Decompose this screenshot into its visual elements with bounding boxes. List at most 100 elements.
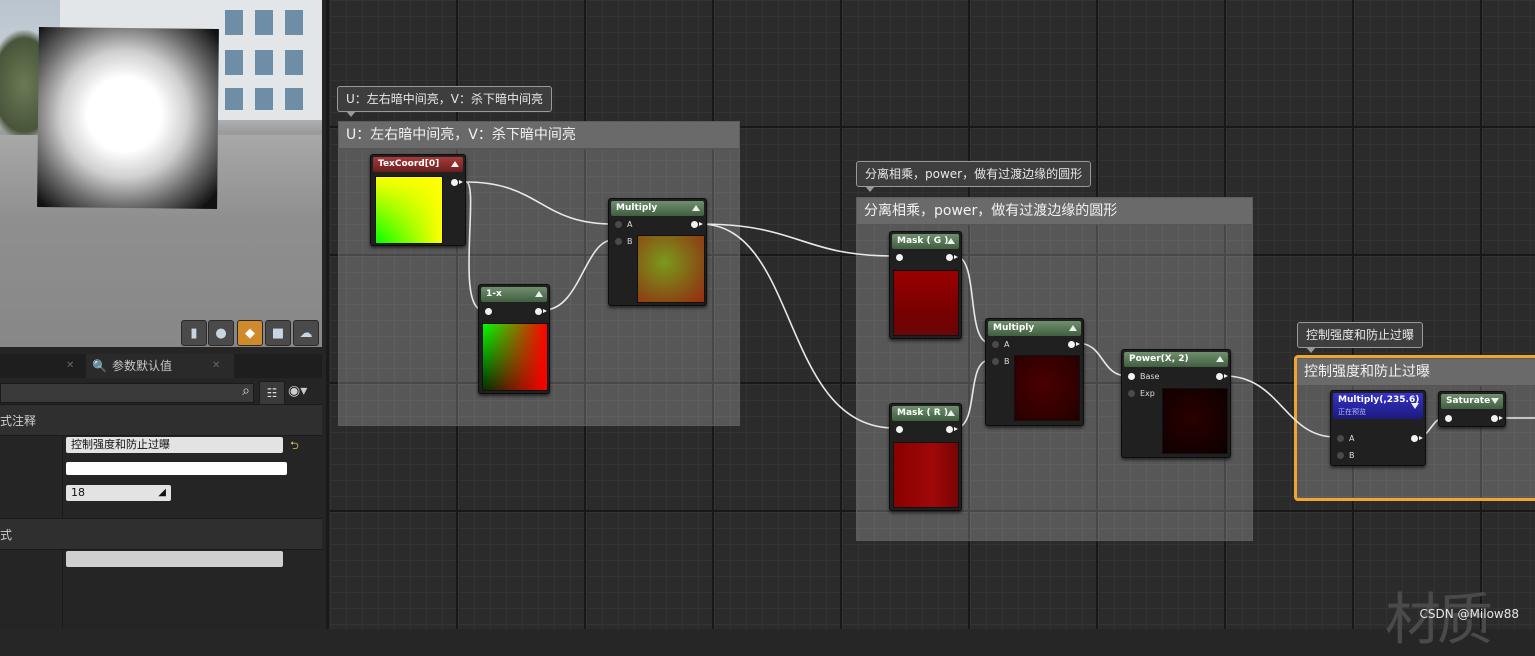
output-pin[interactable] [1068,341,1080,348]
input-pin-base[interactable] [1128,373,1135,380]
csdn-watermark: CSDN @Milow88 [1419,607,1519,621]
wire [1224,375,1336,438]
cube-preview-button[interactable]: ■ [265,320,291,346]
section-second-header[interactable]: 式 [0,518,322,550]
close-icon[interactable]: ✕ [212,354,220,378]
node-title: Mask ( G ) [892,234,959,249]
section-label: 式注释 [0,414,37,428]
node-title-text: Multiply [616,203,658,213]
node-title: Mask ( R ) [892,406,959,421]
preview-swatch [1162,388,1228,454]
search-icon: ⌕ [242,383,250,399]
collapse-arrow-icon[interactable] [1491,398,1499,404]
output-pin[interactable] [946,254,958,261]
node-title-text: TexCoord[0] [378,159,440,169]
output-pin[interactable] [946,426,958,433]
building-window [255,50,273,75]
reset-arrow-icon[interactable]: ⮌ [290,437,299,456]
node-title-text: Power(X, 2) [1129,354,1189,364]
input-pin-b[interactable] [1337,452,1344,459]
pin-label: A [627,220,633,229]
view-options-button[interactable]: ☷ [259,381,285,405]
collapse-arrow-icon[interactable] [1411,403,1419,409]
plane-preview-button[interactable]: ◆ [237,320,263,346]
node-mask-g[interactable]: Mask ( G ) [889,231,962,339]
collapse-arrow-icon[interactable] [947,238,955,244]
sphere-preview-button[interactable]: ● [208,320,234,346]
preview-swatch [375,176,443,244]
collapse-arrow-icon[interactable] [947,410,955,416]
preview-swatch [893,270,959,336]
node-title-text: Mask ( R ) [897,408,948,418]
output-pin[interactable] [1411,435,1423,442]
node-title: Multiply [611,201,704,216]
output-pin[interactable] [1491,415,1503,422]
font-size-field[interactable]: 18 ◢ [66,485,171,501]
cylinder-preview-button[interactable]: ▮ [181,320,207,346]
wire [699,223,896,257]
collapse-arrow-icon[interactable] [451,161,459,167]
input-pin-a[interactable] [615,221,622,228]
output-pin[interactable] [691,221,703,228]
section-comment-header[interactable]: 式注释 [0,404,322,436]
preview-viewport[interactable]: ▮ ● ◆ ■ ☁ [0,0,322,347]
node-multiply-constant[interactable]: Multiply(,235.6) 正在预览 A B [1330,390,1426,466]
empty-field[interactable] [66,551,283,567]
pin-label: A [1004,340,1010,349]
node-title: 1-x [481,287,547,302]
custom-mesh-preview-button[interactable]: ☁ [293,320,319,346]
output-pin[interactable] [1216,373,1228,380]
search-row: ⌕ ☷ ◉▾ [0,380,322,406]
left-panel: ▮ ● ◆ ■ ☁ ✕ 🔍 参数默认值 ✕ ⌕ ☷ ◉▾ 式注释 控制强度和防止… [0,0,329,629]
search-icon: 🔍 [92,359,107,373]
node-title-text: Multiply [993,323,1035,333]
collapse-arrow-icon[interactable] [1216,356,1224,362]
tab-label: 参数默认值 [112,359,173,373]
input-pin-a[interactable] [1337,435,1344,442]
resize-handle-icon[interactable]: ◢ [158,485,166,501]
input-pin[interactable] [896,254,903,261]
node-one-minus[interactable]: 1-x [478,284,550,394]
close-icon[interactable]: ✕ [66,354,74,378]
comment-text-field[interactable]: 控制强度和防止过曝 [66,437,283,453]
node-saturate[interactable]: Saturate [1438,391,1506,427]
input-pin[interactable] [485,308,492,315]
wire [465,181,614,225]
tab-parameter-defaults[interactable]: 🔍 参数默认值 ✕ [86,354,234,378]
pin-label: Exp [1140,389,1155,398]
node-title: Multiply [988,321,1081,336]
building-window [255,88,273,110]
collapse-arrow-icon[interactable] [1069,325,1077,331]
section-label: 式 [0,528,13,542]
input-pin-a[interactable] [992,341,999,348]
eye-icon[interactable]: ◉▾ [288,383,307,399]
comment-color-swatch[interactable] [66,462,287,475]
input-pin-exp[interactable] [1128,390,1135,397]
font-size-value: 18 [71,486,85,499]
collapse-arrow-icon[interactable] [535,291,543,297]
collapse-arrow-icon[interactable] [692,205,700,211]
input-pin-b[interactable] [992,358,999,365]
node-title: Saturate [1441,394,1503,409]
input-pin[interactable] [896,426,903,433]
node-mask-r[interactable]: Mask ( R ) [889,403,962,511]
tab-details[interactable]: ✕ [0,354,82,378]
node-power[interactable]: Power(X, 2) Base Exp [1121,349,1231,458]
output-pin[interactable] [535,308,547,315]
material-preview-plane [37,27,219,209]
node-title-text: Multiply(,235.6) [1338,395,1420,405]
node-texcoord[interactable]: TexCoord[0] [370,154,466,246]
pin-label: B [627,237,633,246]
input-pin-b[interactable] [615,238,622,245]
node-multiply-1[interactable]: Multiply A B [608,198,707,306]
search-input[interactable]: ⌕ [0,383,254,403]
output-pin[interactable] [451,179,463,186]
building-window [285,50,303,75]
input-pin[interactable] [1445,415,1452,422]
column-divider [62,549,63,629]
column-divider [62,435,63,518]
node-title: TexCoord[0] [373,157,463,172]
node-multiply-2[interactable]: Multiply A B [985,318,1084,426]
building-window [285,10,303,35]
preview-swatch [893,442,959,508]
